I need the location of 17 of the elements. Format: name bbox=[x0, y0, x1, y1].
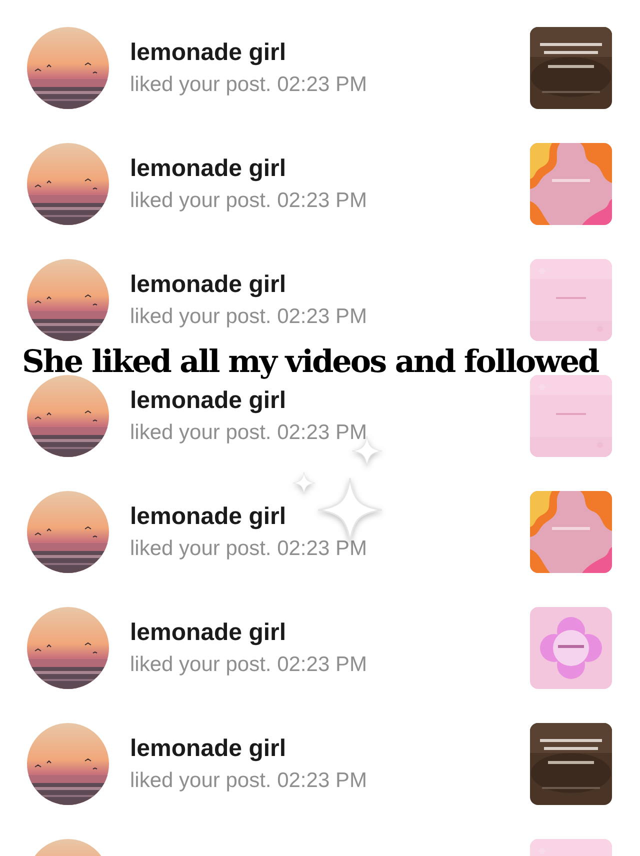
activity-text: liked your post. 02:23 PM bbox=[130, 73, 368, 97]
caption-text: She liked all my videos and followed bbox=[22, 344, 598, 380]
sparkle-icon bbox=[293, 472, 315, 494]
username[interactable]: lemonade girl bbox=[130, 503, 530, 531]
activity-text: liked your post. 02:23 PM bbox=[130, 653, 368, 677]
username[interactable]: lemonade girl bbox=[130, 155, 530, 183]
activity-text: liked your post. 02:23 PM bbox=[130, 421, 368, 445]
username[interactable]: lemonade girl bbox=[130, 735, 530, 763]
activity-text: liked your post. 02:23 PM bbox=[130, 305, 368, 329]
activity-text: liked your post. 02:23 PM bbox=[130, 769, 368, 793]
username[interactable]: lemonade girl bbox=[130, 271, 530, 299]
username[interactable]: lemonade girl bbox=[130, 619, 530, 647]
activity-text: liked your post. 02:23 PM bbox=[130, 537, 368, 561]
username[interactable]: lemonade girl bbox=[130, 39, 530, 67]
username[interactable]: lemonade girl bbox=[130, 387, 530, 415]
sparkle-icon bbox=[318, 478, 382, 542]
activity-text: liked your post. 02:23 PM bbox=[130, 189, 368, 213]
